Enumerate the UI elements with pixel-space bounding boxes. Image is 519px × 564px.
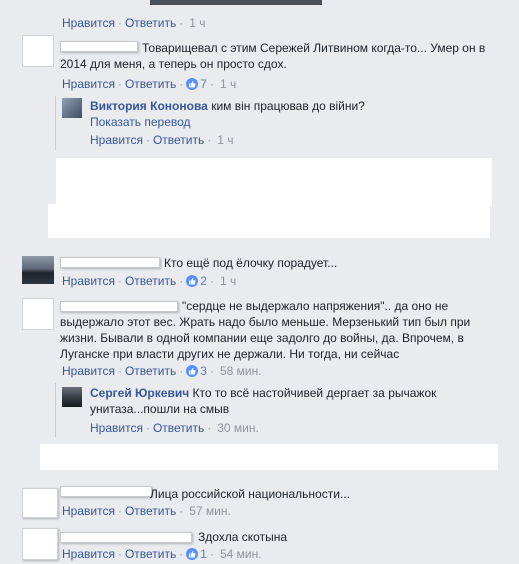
reply-link[interactable]: Ответить	[153, 420, 204, 436]
like-link[interactable]: Нравится	[62, 15, 115, 31]
redacted-author-name	[60, 257, 160, 268]
like-count[interactable]: 3	[186, 363, 207, 379]
like-link[interactable]: Нравится	[90, 420, 143, 436]
reply-author[interactable]: Виктория Кононова	[90, 99, 208, 113]
like-link[interactable]: Нравится	[62, 76, 115, 92]
comment-time[interactable]: 1 ч	[220, 273, 236, 289]
comment-actions: Нравится · Ответить · 2 · 1 ч	[62, 273, 237, 289]
comment-time[interactable]: 1 ч	[217, 132, 233, 148]
avatar[interactable]	[22, 256, 54, 284]
like-count[interactable]: 2	[186, 273, 207, 289]
thumbs-up-icon	[186, 548, 199, 560]
comment-time[interactable]: 57 мин.	[189, 503, 231, 519]
redacted-author-name	[60, 532, 192, 543]
comment-actions: Нравится · Ответить · 57 мин.	[62, 503, 231, 519]
like-link[interactable]: Нравится	[62, 273, 115, 289]
reply-actions: Нравится · Ответить · 30 мин.	[90, 420, 259, 436]
redacted-block	[56, 158, 492, 206]
like-count[interactable]: 1	[186, 546, 207, 562]
avatar[interactable]	[22, 35, 54, 67]
comment-text: Товарищевал с этим Сережей Литвином когд…	[60, 41, 486, 71]
avatar[interactable]	[62, 387, 82, 407]
reply-text: Сергей Юркевич Кто то всё настойчивей де…	[90, 386, 437, 416]
redacted-author-name	[60, 486, 152, 497]
comment-time[interactable]: 54 мин.	[220, 546, 262, 562]
reply-link[interactable]: Ответить	[125, 363, 176, 379]
comment-actions: Нравится · Ответить · 7 · 1 ч	[62, 76, 237, 92]
comment-actions: Нравится · Ответить · 1 · 54 мин.	[62, 546, 262, 562]
comment-time[interactable]: 58 мин.	[220, 363, 262, 379]
like-link[interactable]: Нравится	[62, 503, 115, 519]
comment-text: "сердце не выдержало напряжения".. да он…	[60, 299, 471, 361]
comment-text: Лица российской национальности...	[150, 487, 350, 501]
comment-text: Здохла скотына	[198, 530, 288, 544]
redacted-block	[40, 444, 498, 470]
like-link[interactable]: Нравится	[90, 132, 143, 148]
comment-actions: Нравится · Ответить · 1 ч	[62, 15, 206, 31]
thumbs-up-icon	[186, 78, 199, 90]
reply-link[interactable]: Ответить	[125, 15, 176, 31]
like-count[interactable]: 7	[186, 76, 207, 92]
thumbs-up-icon	[186, 365, 199, 377]
like-link[interactable]: Нравится	[62, 546, 115, 562]
avatar[interactable]	[22, 298, 54, 330]
redacted-block	[48, 204, 490, 238]
thumbs-up-icon	[186, 275, 199, 287]
comment-time[interactable]: 30 мин.	[217, 420, 259, 436]
reply-link[interactable]: Ответить	[153, 132, 204, 148]
avatar[interactable]	[62, 98, 82, 118]
cropped-image-strip	[150, 0, 322, 5]
comment-text: Кто ещё под ёлочку порадует...	[164, 256, 338, 270]
comment-time[interactable]: 1 ч	[220, 76, 236, 92]
show-translation-link[interactable]: Показать перевод	[90, 114, 191, 130]
avatar[interactable]	[22, 488, 58, 518]
reply-actions: Нравится · Ответить · 1 ч	[90, 132, 234, 148]
reply-link[interactable]: Ответить	[125, 273, 176, 289]
comment-actions: Нравится · Ответить · 3 · 58 мин.	[62, 363, 262, 379]
comment-time[interactable]: 1 ч	[189, 15, 205, 31]
reply-text: Виктория Кононова ким вiн працював до вi…	[90, 99, 365, 113]
reply-link[interactable]: Ответить	[125, 76, 176, 92]
reply-link[interactable]: Ответить	[125, 503, 176, 519]
reply-thread-line	[55, 96, 56, 150]
avatar[interactable]	[22, 528, 58, 560]
reply-thread-line	[55, 383, 56, 437]
like-link[interactable]: Нравится	[62, 363, 115, 379]
reply-author[interactable]: Сергей Юркевич	[90, 386, 189, 400]
reply-link[interactable]: Ответить	[125, 546, 176, 562]
